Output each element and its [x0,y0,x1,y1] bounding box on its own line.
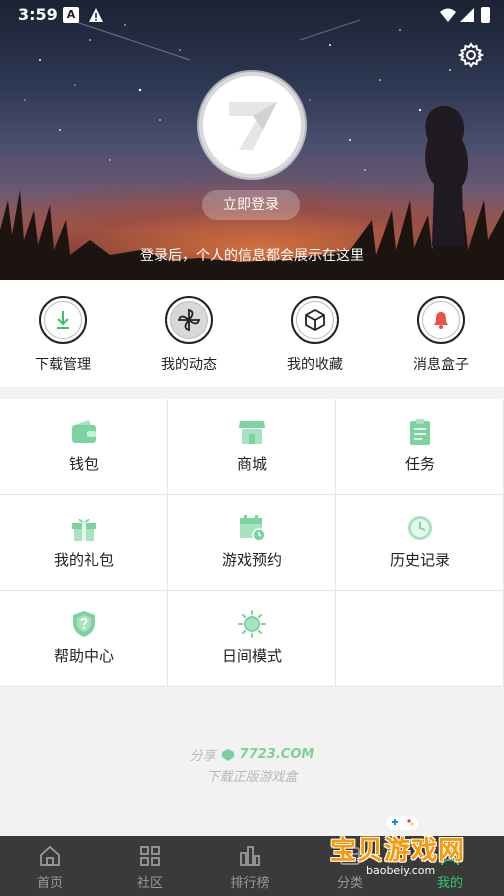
grid-item-day-mode[interactable]: 日间模式 [168,591,336,687]
profile-header: 3:59 A 立即登录 登录后，个人的信息都会展示在这里 [0,0,504,280]
grid-item-label: 游戏预约 [221,551,282,569]
signal-icon [460,8,474,22]
tab-community[interactable]: 社区 [100,836,200,896]
help-shield-icon [73,611,95,637]
share-brand: 7723.COM [239,747,315,762]
grid-item-label: 我的礼包 [53,551,114,569]
quick-action-label: 我的动态 [161,357,217,373]
status-bar: 3:59 A [0,0,504,32]
logo-7-icon [229,102,277,150]
battery-icon [481,7,490,23]
grid-item-tasks[interactable]: 任务 [336,399,504,495]
grid-item-game-reservation[interactable]: 游戏预约 [168,495,336,591]
tab-label: 首页 [36,876,63,891]
login-hint-text: 登录后，个人的信息都会展示在这里 [140,248,364,264]
wifi-icon [440,8,456,22]
community-icon [140,846,160,866]
share-prefix: 分享 [189,749,216,764]
download-icon [39,296,87,344]
quick-actions-bar: 下载管理 我的动态 我的收藏 消息盒子 [0,280,504,387]
ranking-icon [240,846,260,866]
grid-item-help-center[interactable]: 帮助中心 [0,591,168,687]
site-watermark: 宝贝游戏网 baobeiy.com [330,812,480,882]
box-icon [291,296,339,344]
tab-label: 社区 [136,876,163,891]
quick-action-my-favorites[interactable]: 我的收藏 [252,280,378,387]
warning-icon [89,8,103,22]
girl-silhouette [425,106,468,246]
grid-item-label: 任务 [404,455,435,473]
status-time: 3:59 [18,5,58,24]
clock-icon [408,516,432,540]
notification-a-icon: A [63,7,79,23]
quick-action-message-box[interactable]: 消息盒子 [378,280,504,387]
quick-action-label: 消息盒子 [413,357,469,373]
grid-item-wallet[interactable]: 钱包 [0,399,168,495]
grid-item-shop[interactable]: 商城 [168,399,336,495]
grid-item-label: 日间模式 [221,647,282,665]
sun-icon [238,610,266,638]
watermark-url: baobeiy.com [366,864,436,877]
tab-home[interactable]: 首页 [0,836,100,896]
grid-item-history[interactable]: 历史记录 [336,495,504,591]
login-button[interactable]: 立即登录 [202,190,300,220]
task-icon [410,419,430,445]
shop-icon [239,421,265,444]
wallet-icon [72,420,96,443]
share-tagline: 下载正版游戏盒 [206,770,298,785]
7723-logo-icon [221,748,234,761]
bell-icon [417,296,465,344]
share-banner: 分享 7723.COM 下载正版游戏盒 [0,745,504,785]
home-icon [40,845,60,866]
grid-item-empty [336,591,504,687]
gift-icon [72,518,96,541]
grid-item-my-gifts[interactable]: 我的礼包 [0,495,168,591]
tab-label: 排行榜 [230,876,270,891]
tab-ranking[interactable]: 排行榜 [200,836,300,896]
avatar[interactable] [199,72,305,178]
quick-action-label: 我的收藏 [287,357,343,373]
grid-item-label: 钱包 [68,455,99,473]
quick-action-label: 下载管理 [35,357,91,373]
settings-gear-icon[interactable] [458,42,484,68]
quick-action-my-updates[interactable]: 我的动态 [126,280,252,387]
pinwheel-icon [165,296,213,344]
feature-grid: 钱包 商城 任务 我的礼包 游戏预约 历史记录 帮助中心 日间模式 [0,399,504,687]
calendar-icon [240,515,266,542]
grid-item-label: 帮助中心 [53,647,114,665]
quick-action-download-manager[interactable]: 下载管理 [0,280,126,387]
grid-item-label: 商城 [236,455,267,473]
grid-item-label: 历史记录 [389,551,450,569]
watermark-title: 宝贝游戏网 [330,836,466,866]
